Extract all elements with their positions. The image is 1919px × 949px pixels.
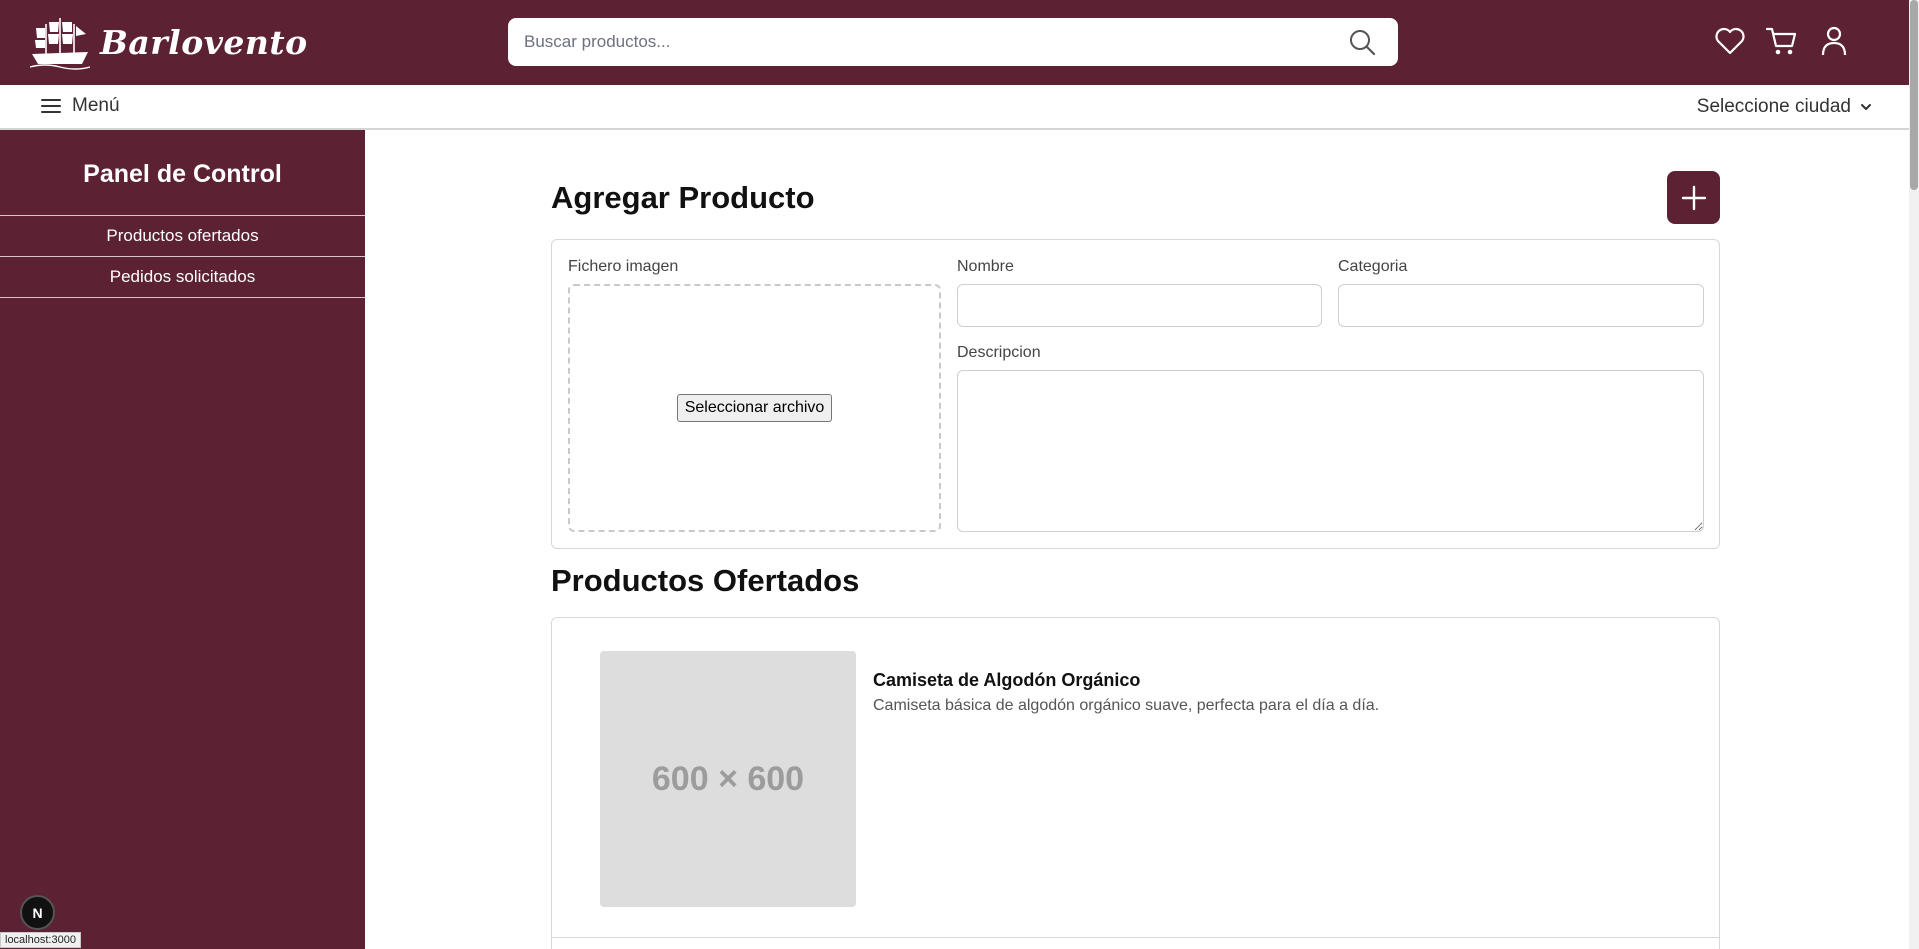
description-field[interactable] xyxy=(957,370,1704,532)
sidebar-item-productos-ofertados[interactable]: Productos ofertados xyxy=(0,216,365,257)
top-header: Barlovento xyxy=(0,0,1909,85)
name-field[interactable] xyxy=(957,284,1322,327)
plus-icon xyxy=(1681,185,1706,210)
cart-icon[interactable] xyxy=(1765,24,1799,58)
add-product-header: Agregar Producto xyxy=(551,171,1720,224)
sidebar-item-pedidos-solicitados[interactable]: Pedidos solicitados xyxy=(0,257,365,298)
heart-icon[interactable] xyxy=(1713,24,1747,58)
search-icon[interactable] xyxy=(1348,28,1376,56)
dev-tools-badge[interactable]: N xyxy=(20,895,55,930)
hamburger-icon xyxy=(41,99,61,113)
add-product-button[interactable] xyxy=(1667,171,1720,224)
scrollbar-thumb[interactable] xyxy=(1910,0,1918,190)
header-actions xyxy=(1713,24,1851,58)
sidebar: Panel de Control Productos ofertados Ped… xyxy=(0,130,365,949)
brand-logo[interactable]: Barlovento xyxy=(30,14,308,70)
menu-button[interactable]: Menú xyxy=(40,95,120,117)
sub-navbar: Menú Seleccione ciudad xyxy=(0,85,1909,130)
product-image-placeholder: 600 × 600 xyxy=(600,651,856,907)
offered-products-title: Productos Ofertados xyxy=(551,563,860,598)
page-title: Agregar Producto xyxy=(551,179,815,215)
search-input[interactable] xyxy=(508,18,1308,66)
menu-label: Menú xyxy=(72,95,120,116)
chevron-down-icon xyxy=(1861,104,1871,110)
ship-icon xyxy=(30,18,90,70)
product-name: Camiseta de Algodón Orgánico xyxy=(873,670,1141,690)
page-scrollbar[interactable] xyxy=(1909,0,1919,949)
city-selector[interactable]: Seleccione ciudad xyxy=(1697,96,1873,118)
select-file-button[interactable]: Seleccionar archivo xyxy=(676,394,833,422)
image-file-label: Fichero imagen xyxy=(568,258,679,275)
product-item[interactable]: 600 × 600 Camiseta de Algodón Orgánico C… xyxy=(552,618,1719,938)
search-bar xyxy=(508,18,1398,66)
description-label: Descripcion xyxy=(957,344,1041,361)
city-label: Seleccione ciudad xyxy=(1696,96,1851,117)
brand-name: Barlovento xyxy=(100,22,308,62)
add-product-form: Fichero imagen Seleccionar archivo Nombr… xyxy=(551,239,1720,549)
name-label: Nombre xyxy=(957,258,1014,275)
product-description: Camiseta básica de algodón orgánico suav… xyxy=(873,697,1380,714)
category-label: Categoria xyxy=(1338,258,1408,275)
user-icon[interactable] xyxy=(1817,24,1851,58)
status-bar-url: localhost:3000 xyxy=(0,932,81,948)
image-dropzone[interactable]: Seleccionar archivo xyxy=(568,284,941,532)
category-field[interactable] xyxy=(1338,284,1704,327)
offered-products-list: 600 × 600 Camiseta de Algodón Orgánico C… xyxy=(551,617,1720,949)
sidebar-title: Panel de Control xyxy=(0,130,365,216)
